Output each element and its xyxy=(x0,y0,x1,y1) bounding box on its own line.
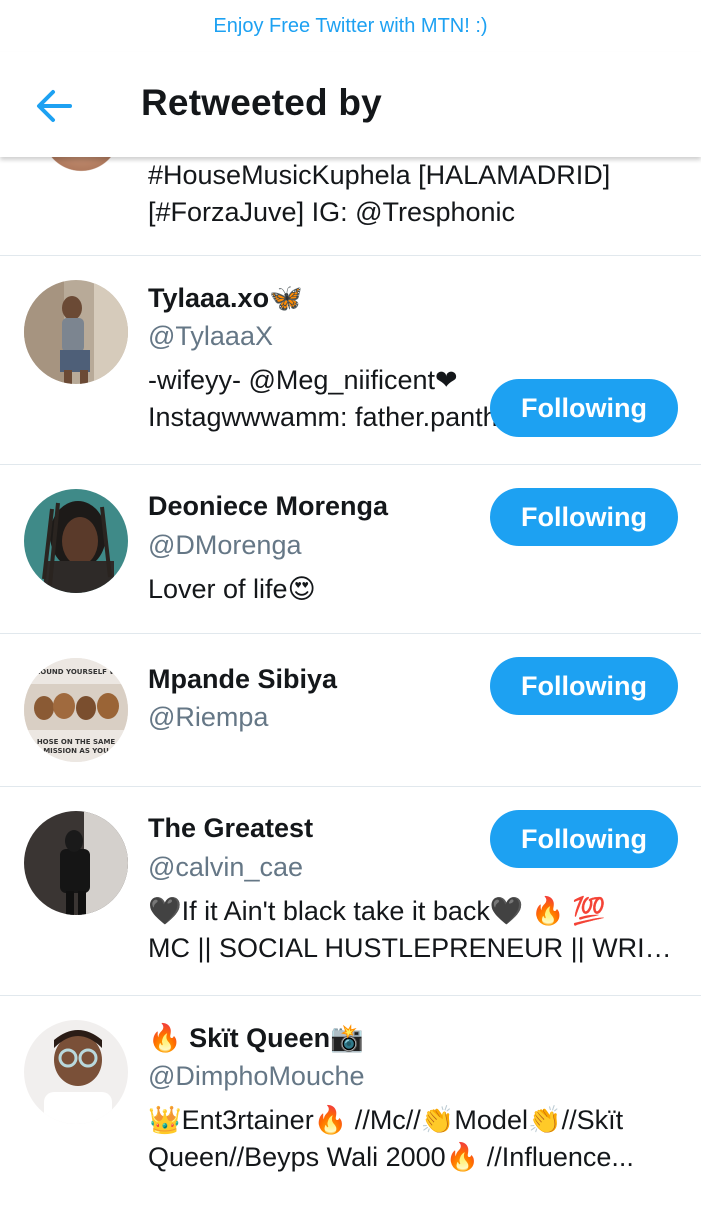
user-row[interactable]: Tylaaa.xo🦋 @TylaaaX -wifeyy- @Meg_niific… xyxy=(0,256,701,465)
following-button[interactable]: Following xyxy=(490,379,678,437)
user-bio: Lover of life😍 xyxy=(148,571,678,608)
user-row[interactable]: Deoniece Morenga @DMorenga Lover of life… xyxy=(0,465,701,634)
user-bio: 👑Ent3rtainer🔥 //Mc//👏Model👏//Skït Queen/… xyxy=(148,1102,678,1176)
avatar[interactable] xyxy=(24,280,128,384)
bio-line: MC || SOCIAL HUSTLEPRENEUR || WRIT... xyxy=(148,933,678,963)
following-button[interactable]: Following xyxy=(490,810,678,868)
promo-text: Enjoy Free Twitter with MTN! :) xyxy=(213,14,488,37)
user-handle[interactable]: @TylaaaX xyxy=(148,321,273,352)
avatar[interactable] xyxy=(24,811,128,915)
avatar[interactable]: ROUND YOURSELF W HOSE ON THE SAME MISSIO… xyxy=(24,658,128,762)
page-title: Retweeted by xyxy=(141,82,382,123)
avatar-caption: MISSION AS YOU xyxy=(43,747,109,755)
user-bio: 🖤If it Ain't black take it back🖤 🔥 💯 MC … xyxy=(148,893,678,967)
user-handle[interactable]: @DimphoMouche xyxy=(148,1061,365,1092)
user-name[interactable]: Mpande Sibiya xyxy=(148,664,337,695)
user-name[interactable]: The Greatest xyxy=(148,813,313,844)
user-list: #HouseMusicKuphela [HALAMADRID] [#ForzaJ… xyxy=(0,70,701,1206)
bio-line: 👑Ent3rtainer🔥 //Mc//👏Model👏//Skït xyxy=(148,1105,624,1135)
user-row[interactable]: ROUND YOURSELF W HOSE ON THE SAME MISSIO… xyxy=(0,634,701,787)
user-name[interactable]: 🔥 Skït Queen📸 xyxy=(148,1022,364,1054)
app-header: Retweeted by xyxy=(0,52,701,157)
avatar[interactable] xyxy=(24,489,128,593)
user-bio: #HouseMusicKuphela [HALAMADRID] [#ForzaJ… xyxy=(148,157,678,231)
user-name[interactable]: Deoniece Morenga xyxy=(148,491,388,522)
user-name[interactable]: Tylaaa.xo🦋 xyxy=(148,282,303,314)
user-row[interactable]: The Greatest @calvin_cae 🖤If it Ain't bl… xyxy=(0,787,701,996)
bio-line: Lover of life😍 xyxy=(148,574,316,604)
bio-line: Queen//Beyps Wali 2000🔥 //Influence... xyxy=(148,1142,634,1172)
user-handle[interactable]: @Riempa xyxy=(148,702,268,733)
user-row[interactable]: 🔥 Skït Queen📸 @DimphoMouche 👑Ent3rtainer… xyxy=(0,996,701,1206)
avatar-caption: HOSE ON THE SAME xyxy=(37,738,116,746)
following-button[interactable]: Following xyxy=(490,657,678,715)
bio-line: [#ForzaJuve] IG: @Tresphonic xyxy=(148,197,516,227)
user-row[interactable]: #HouseMusicKuphela [HALAMADRID] [#ForzaJ… xyxy=(0,70,701,256)
avatar[interactable] xyxy=(24,1020,128,1124)
arrow-left-icon[interactable] xyxy=(34,88,74,124)
user-handle[interactable]: @DMorenga xyxy=(148,530,301,561)
promo-banner[interactable]: Enjoy Free Twitter with MTN! :) xyxy=(0,0,701,52)
bio-line: 🖤If it Ain't black take it back🖤 🔥 💯 xyxy=(148,896,606,926)
avatar-caption: ROUND YOURSELF W xyxy=(35,668,117,676)
following-button[interactable]: Following xyxy=(490,488,678,546)
bio-line: #HouseMusicKuphela [HALAMADRID] xyxy=(148,160,611,190)
user-handle[interactable]: @calvin_cae xyxy=(148,852,303,883)
